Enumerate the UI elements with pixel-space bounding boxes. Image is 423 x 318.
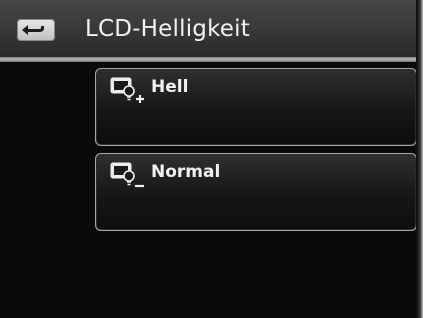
lcd-brightness-plus-icon [110,77,144,103]
option-normal-label: Normal [151,162,221,182]
option-hell-button[interactable]: Hell [95,68,417,146]
lcd-brightness-minus-icon [110,162,144,188]
option-normal-button[interactable]: Normal [95,153,417,231]
back-arrow-icon [22,25,44,35]
title-divider [0,57,416,62]
option-hell-label: Hell [151,77,189,97]
title-bar: LCD-Helligkeit [0,0,416,57]
camera-menu-screen: LCD-Helligkeit Hell Normal [0,0,423,318]
page-title: LCD-Helligkeit [85,16,250,42]
back-button[interactable] [17,19,55,41]
